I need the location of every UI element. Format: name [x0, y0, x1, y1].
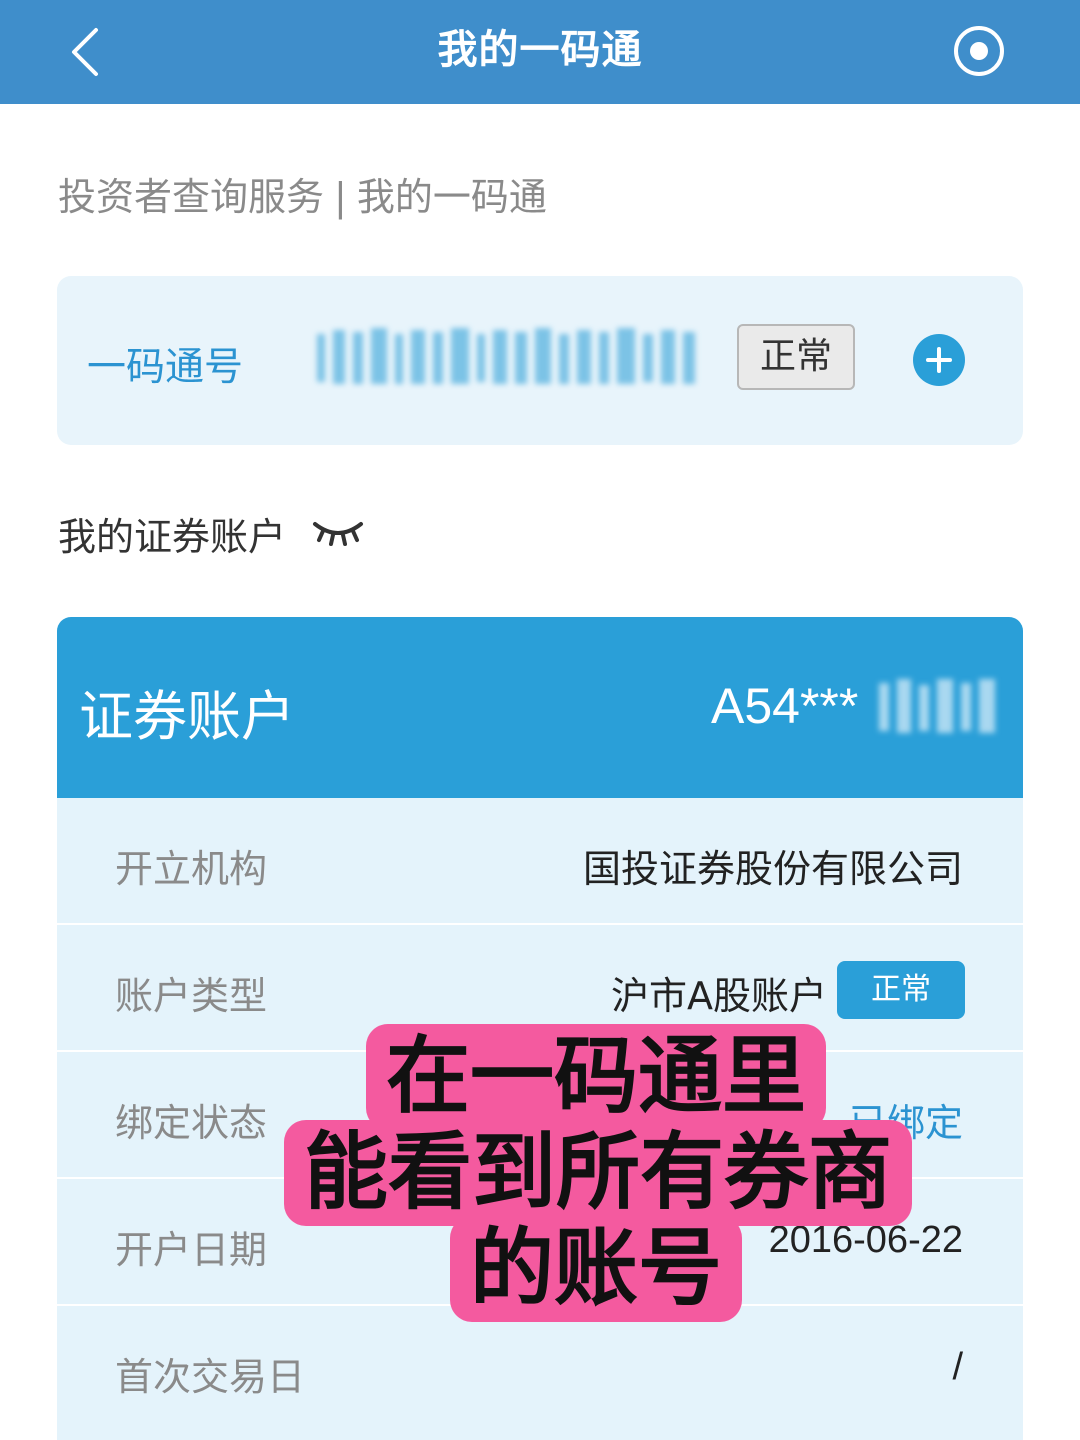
row-label: 开户日期	[115, 1228, 268, 1272]
row-first-trade-date: 首次交易日 /	[57, 1306, 1023, 1433]
code-number-label: 一码通号	[87, 345, 244, 390]
account-number: A54***	[711, 678, 859, 734]
navbar: 我的一码通	[0, 0, 1080, 104]
breadcrumb-separator: |	[334, 175, 347, 219]
page-title: 我的一码通	[437, 27, 643, 73]
eye-closed-icon[interactable]	[311, 512, 365, 548]
row-binding-status: 绑定状态 已绑定	[57, 1052, 1023, 1179]
row-open-date: 开户日期 2016-06-22	[57, 1179, 1023, 1306]
target-icon	[954, 26, 1004, 76]
row-value-open-date: 2016-06-22	[768, 1219, 963, 1261]
target-button[interactable]	[950, 22, 1008, 80]
section-title: 我的证券账户	[58, 515, 287, 559]
code-status-badge: 正常	[737, 324, 855, 390]
plus-circle-icon	[913, 334, 965, 386]
row-account-type: 账户类型 沪市A股账户 正常	[57, 925, 1023, 1052]
row-value-account-type: 沪市A股账户	[611, 974, 827, 1018]
code-card: 一码通号 正常	[57, 276, 1023, 445]
row-value-institution: 国投证券股份有限公司	[582, 847, 963, 891]
row-label: 绑定状态	[115, 1101, 268, 1145]
account-card-body: 开立机构 国投证券股份有限公司 账户类型 沪市A股账户 正常 绑定状态 已绑定 …	[57, 798, 1023, 1440]
account-card-title: 证券账户	[79, 685, 295, 748]
row-institution: 开立机构 国投证券股份有限公司	[57, 798, 1023, 925]
add-code-button[interactable]	[913, 334, 965, 386]
masked-code-number	[317, 328, 695, 384]
account-status-badge: 正常	[837, 961, 965, 1019]
row-label: 账户类型	[115, 974, 268, 1018]
row-value-first-trade-date: /	[952, 1346, 963, 1388]
row-value-binding-status[interactable]: 已绑定	[849, 1092, 963, 1147]
row-label: 开立机构	[115, 847, 268, 891]
page: 我的一码通 投资者查询服务 | 我的一码通 一码通号 正常 我的证券账户 证券账…	[0, 0, 1080, 1440]
breadcrumb-item-investor-service[interactable]: 投资者查询服务	[58, 175, 324, 219]
account-card-header[interactable]: 证券账户 A54***	[57, 617, 1023, 798]
breadcrumb: 投资者查询服务 | 我的一码通	[58, 166, 547, 221]
masked-account-number	[879, 679, 995, 733]
row-label: 首次交易日	[115, 1355, 306, 1399]
breadcrumb-item-current: 我的一码通	[356, 175, 547, 219]
